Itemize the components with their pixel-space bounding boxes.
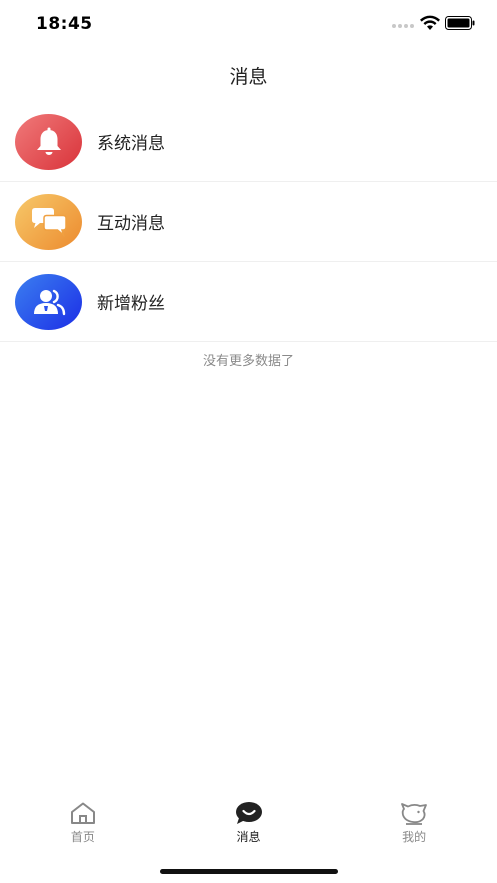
tab-messages[interactable]: 消息 (166, 796, 332, 856)
pig-icon (401, 803, 428, 825)
list-item-label: 互动消息 (97, 214, 165, 234)
home-indicator[interactable] (160, 869, 338, 874)
message-icon (235, 802, 262, 824)
message-category-list: 系统消息 互动消息 新增粉丝 (0, 102, 497, 342)
wifi-icon (420, 15, 440, 30)
status-bar: 18:45 (0, 0, 497, 48)
tab-home[interactable]: 首页 (0, 796, 166, 856)
new-followers-avatar (15, 274, 82, 330)
bell-icon (36, 127, 61, 155)
tab-label: 我的 (402, 830, 427, 844)
list-end-message: 没有更多数据了 (202, 354, 294, 369)
users-icon (33, 289, 65, 316)
tab-label: 消息 (236, 830, 261, 844)
list-item-interaction-messages[interactable]: 互动消息 (0, 182, 497, 262)
cellular-signal-icon (392, 24, 414, 28)
list-item-label: 新增粉丝 (97, 294, 165, 314)
list-item-system-messages[interactable]: 系统消息 (0, 102, 497, 182)
status-time: 18:45 (36, 14, 93, 34)
tab-label: 首页 (70, 830, 95, 844)
tab-mine[interactable]: 我的 (331, 796, 497, 856)
interaction-message-avatar (15, 194, 82, 250)
list-item-label: 系统消息 (97, 134, 165, 154)
chat-bubbles-icon (31, 208, 67, 237)
list-item-new-followers[interactable]: 新增粉丝 (0, 262, 497, 342)
home-icon (70, 802, 95, 824)
battery-icon (445, 16, 475, 30)
bottom-tab-bar: 首页 消息 我的 (0, 796, 497, 856)
page-title: 消息 (229, 66, 268, 88)
system-message-avatar (15, 114, 82, 170)
